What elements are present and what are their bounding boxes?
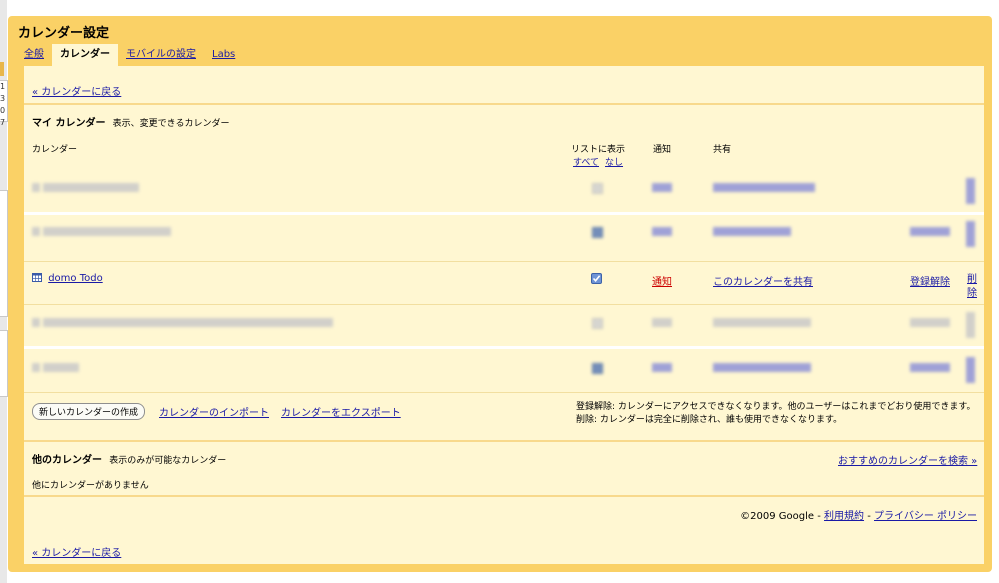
select-all-link[interactable]: すべて — [573, 155, 599, 168]
my-calendars-heading: マイ カレンダー — [32, 118, 106, 129]
help-notes: 登録解除: カレンダーにアクセスできなくなります。他のユーザーはこれまでどおり使… — [576, 401, 975, 427]
left-sidebar-strip: 1 3 0 7 — [0, 0, 8, 583]
divider — [24, 392, 984, 393]
sidebar-digit: 0 — [0, 106, 6, 115]
page-title: カレンダー設定 — [18, 26, 110, 41]
column-notify: 通知 — [653, 145, 672, 155]
calendar-row-obscured — [24, 304, 984, 344]
delete-link-line[interactable]: 削 — [967, 273, 977, 287]
back-to-calendar-link[interactable]: « カレンダーに戻る — [32, 83, 121, 98]
unsubscribe-link[interactable]: 登録解除 — [910, 273, 950, 288]
column-calendar: カレンダー — [32, 145, 78, 155]
tab-general[interactable]: 全般 — [16, 44, 52, 66]
back-to-calendar-link-bottom[interactable]: « カレンダーに戻る — [32, 544, 121, 559]
other-calendars-heading: 他のカレンダー — [32, 455, 102, 466]
other-calendars-subheading: 表示のみが可能なカレンダー — [109, 456, 227, 466]
calendar-name-cell: domo Todo — [32, 273, 103, 284]
settings-panel: « カレンダーに戻る マイ カレンダー 表示、変更できるカレンダー カレンダー … — [24, 66, 984, 564]
settings-frame: カレンダー設定 全般 カレンダー モバイルの設定 Labs « カレンダーに戻る マイ… — [8, 16, 992, 572]
sidebar-digit: 1 — [0, 82, 6, 91]
unsubscribe-note: 登録解除: カレンダーにアクセスできなくなります。他のユーザーはこれまでどおり使… — [576, 402, 976, 412]
footer: ©2009 Google - 利用規約 - プライバシー ポリシー — [740, 507, 977, 522]
tab-labs[interactable]: Labs — [204, 44, 243, 66]
delete-note: 削除: カレンダーは完全に削除され、誰も使用できなくなります。 — [576, 415, 843, 425]
checkbox-checked-icon — [591, 273, 602, 284]
settings-tabs: 全般 カレンダー モバイルの設定 Labs — [16, 44, 243, 66]
delete-link-line[interactable]: 除 — [967, 287, 977, 301]
notification-link[interactable]: 通知 — [652, 273, 672, 288]
browse-calendars-link[interactable]: おすすめのカレンダーを検索 » — [838, 452, 977, 467]
sidebar-panel-edge — [0, 330, 8, 397]
calendar-row-domo-todo: domo Todo 通知 このカレンダーを共有 登録解除 削 除 — [24, 261, 984, 305]
column-share: 共有 — [713, 145, 732, 155]
share-calendar-link[interactable]: このカレンダーを共有 — [713, 273, 813, 288]
sidebar-highlight — [0, 62, 4, 76]
my-calendars-subheading: 表示、変更できるカレンダー — [112, 119, 230, 129]
delete-link[interactable]: 削 除 — [967, 273, 977, 301]
column-show-in-list: リストに表示 — [571, 145, 626, 155]
show-in-list-checkbox[interactable] — [591, 273, 602, 287]
divider — [24, 440, 984, 442]
select-none-link[interactable]: なし — [605, 155, 623, 168]
other-calendars-header: 他のカレンダー 表示のみが可能なカレンダー — [32, 451, 226, 466]
terms-link[interactable]: 利用規約 — [824, 511, 864, 522]
sidebar-panel-edge — [0, 190, 8, 317]
divider — [24, 103, 984, 105]
divider — [24, 495, 984, 497]
no-other-calendars-text: 他にカレンダーがありません — [32, 481, 149, 491]
calendar-row-obscured — [24, 349, 984, 389]
sidebar-digit: 3 — [0, 94, 6, 103]
privacy-link[interactable]: プライバシー ポリシー — [874, 511, 977, 522]
sidebar-digit: 7 — [0, 118, 6, 127]
footer-separator: - — [867, 511, 871, 522]
tab-calendars[interactable]: カレンダー — [52, 44, 118, 66]
calendar-icon — [32, 273, 42, 282]
footer-separator: - — [817, 511, 821, 522]
create-calendar-button[interactable]: 新しいカレンダーの作成 — [32, 403, 146, 420]
calendar-name-link[interactable]: domo Todo — [48, 273, 103, 284]
calendar-row-obscured — [24, 215, 984, 255]
my-calendars-header: マイ カレンダー 表示、変更できるカレンダー — [32, 114, 230, 129]
calendar-row-obscured — [24, 170, 984, 210]
import-calendar-link[interactable]: カレンダーのインポート — [159, 404, 269, 419]
copyright: ©2009 Google — [740, 511, 815, 522]
tab-mobile[interactable]: モバイルの設定 — [118, 44, 204, 66]
export-calendar-link[interactable]: カレンダーをエクスポート — [281, 404, 401, 419]
